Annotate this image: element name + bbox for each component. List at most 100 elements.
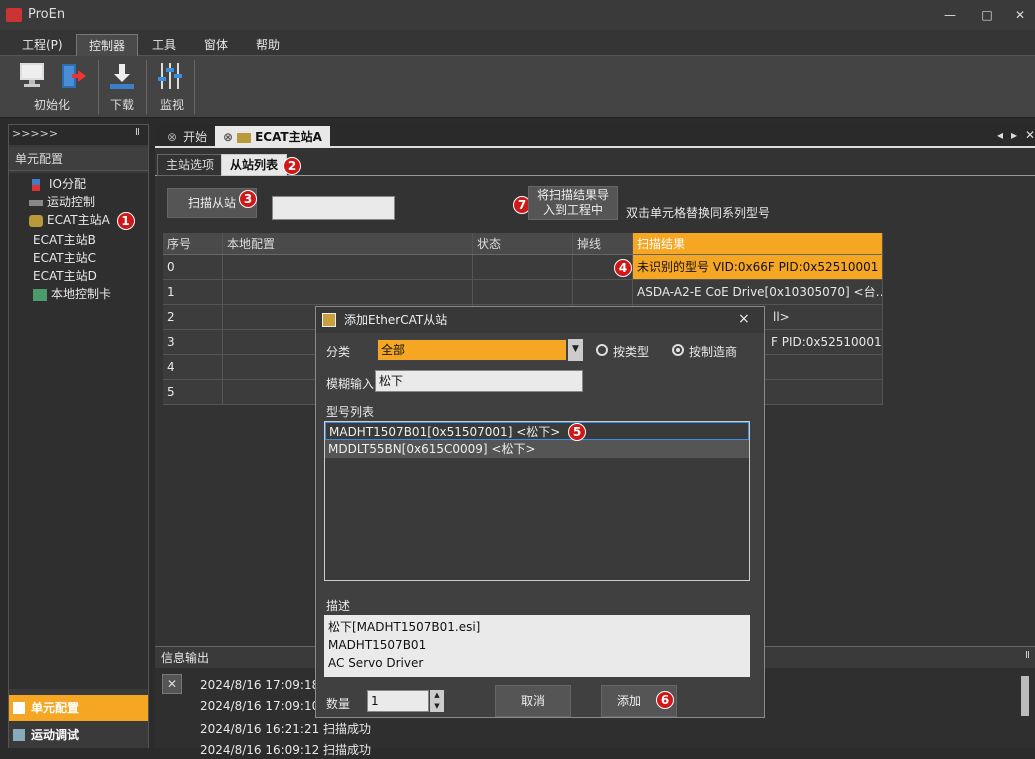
app-logo-icon [6,8,22,22]
cancel-button[interactable]: 取消 [495,685,571,717]
quantity-label: 数量 [326,697,351,711]
monitor-sliders-icon[interactable] [154,60,190,94]
tree-item-ecat-d[interactable]: ECAT主站D [33,267,97,285]
scan-status-field [272,196,395,220]
category-label: 分类 [326,345,351,359]
quantity-input[interactable]: 1 [367,690,429,712]
fuzzy-search-input[interactable]: 松下 [375,370,583,392]
init-door-icon[interactable] [56,60,92,94]
log-line: 2024/8/16 17:09:10 [200,699,320,713]
radio-by-type[interactable] [596,344,608,356]
quantity-up-icon[interactable]: ▲ [430,690,444,701]
close-tab-icon[interactable]: ⊗ [167,130,177,144]
col-header-scan-result[interactable]: 扫描结果 [633,233,883,254]
dialog-title: 添加EtherCAT从站 [316,307,764,333]
left-panel: >>>>> Ⅱ 单元配置 IO分配 运动控制 ECAT主站A 1 ECAT主站B… [8,124,149,748]
radio-by-vendor[interactable] [672,344,684,356]
cell-scan-result[interactable]: ASDA-A2-E CoE Drive[0x10305070] <台… [633,280,883,304]
cell-index[interactable]: 4 [163,355,223,379]
category-select[interactable]: 全部 [377,339,567,361]
step-badge-6: 6 [656,691,674,709]
close-tab-icon[interactable]: ⊗ [223,130,233,144]
step-badge-3: 3 [239,190,257,208]
init-computer-icon[interactable] [16,60,52,94]
unit-tree: IO分配 运动控制 ECAT主站A 1 ECAT主站B ECAT主站C ECAT… [9,173,148,689]
tab-close-icon[interactable]: ✕ [1025,128,1035,142]
col-header-local-config[interactable]: 本地配置 [223,233,473,254]
motion-debug-nav-button[interactable]: 运动调试 [9,722,148,748]
cell-index[interactable]: 2 [163,305,223,329]
cell-index[interactable]: 1 [163,280,223,304]
init-label: 初始化 [34,98,71,112]
menu-controller[interactable]: 控制器 [76,34,139,56]
io-icon [32,178,40,191]
cell-local-config[interactable] [223,280,473,304]
log-line: 2024/8/16 17:09:18 [200,678,320,692]
log-scrollbar[interactable] [1021,676,1029,716]
unit-config-icon [13,702,25,714]
fuzzy-input-label: 模糊输入 [326,377,375,391]
col-header-offline[interactable]: 掉线 [573,233,633,254]
close-window-button[interactable]: ✕ [1008,4,1032,26]
quantity-down-icon[interactable]: ▼ [430,701,444,712]
tab-start[interactable]: ⊗ 开始 [159,126,215,148]
tab-slave-list[interactable]: 从站列表 [221,154,288,176]
ecat-master-icon [237,132,252,143]
tab-scroll-left-icon[interactable]: ◂ [997,128,1003,142]
cell-local-config[interactable] [223,255,473,279]
chevron-down-icon[interactable]: ▼ [568,339,583,361]
tree-item-ecat-a[interactable]: ECAT主站A 1 [29,211,135,230]
log-line: 2024/8/16 16:21:21 扫描成功 [200,722,372,736]
col-header-status[interactable]: 状态 [473,233,573,254]
cell-offline[interactable] [573,280,633,304]
step-badge-4: 4 [614,259,632,277]
menu-help[interactable]: 帮助 [244,34,292,56]
step-badge-5: 5 [568,423,586,441]
hint-text: 双击单元格替换同系列型号 [626,206,771,220]
title-bar: ProEn — □ ✕ [0,0,1035,30]
download-icon[interactable] [106,60,142,94]
panel-collapse-toggle[interactable]: >>>>> [9,125,148,145]
cell-status[interactable] [473,255,573,279]
step-badge-1: 1 [116,211,135,230]
col-header-index[interactable]: 序号 [163,233,223,254]
menu-window[interactable]: 窗体 [192,34,240,56]
unit-config-header: 单元配置 [9,147,148,171]
pin-icon[interactable]: Ⅱ [135,127,140,138]
model-list[interactable]: MADHT1507B01[0x51507001] <松下> MDDLT55BN[… [324,421,750,581]
import-scan-result-button[interactable]: 将扫描结果导 入到工程中 [528,186,618,220]
unit-config-nav-button[interactable]: 单元配置 [9,695,148,721]
menu-bar: 工程(P) 控制器 工具 窗体 帮助 [0,30,1035,56]
menu-tools[interactable]: 工具 [140,34,188,56]
tab-scroll-right-icon[interactable]: ▸ [1011,128,1017,142]
tree-item-local-card[interactable]: 本地控制卡 [33,285,111,303]
list-item[interactable]: MDDLT55BN[0x615C0009] <松下> [325,440,749,458]
tree-item-motion[interactable]: 运动控制 [29,193,95,211]
ribbon-separator [98,60,99,114]
table-row[interactable]: 1 ASDA-A2-E CoE Drive[0x10305070] <台… [163,280,883,305]
tree-item-ecat-c[interactable]: ECAT主站C [33,249,96,267]
ribbon-toolbar: 初始化 下载 监视 [0,56,1035,118]
document-tabs: ⊗ 开始 ⊗ ECAT主站A ◂ ▸ ✕ [155,124,1035,148]
menu-project[interactable]: 工程(P) [10,34,75,56]
dialog-app-icon [322,313,336,327]
list-item[interactable]: MADHT1507B01[0x51507001] <松下> [325,422,749,440]
description-box: 松下[MADHT1507B01.esi] MADHT1507B01 AC Ser… [324,615,750,677]
minimize-button[interactable]: — [938,4,962,26]
motion-icon [29,199,43,206]
radio-by-vendor-label: 按制造商 [689,345,738,359]
clear-log-icon[interactable]: ✕ [162,674,182,694]
tab-ecat-a[interactable]: ⊗ ECAT主站A [215,126,330,148]
tree-item-io[interactable]: IO分配 [29,175,86,193]
cell-index[interactable]: 5 [163,380,223,404]
pin-icon[interactable]: Ⅱ [1025,650,1030,661]
cell-scan-result[interactable]: 未识别的型号 VID:0x66F PID:0x52510001 [633,255,883,279]
dialog-close-button[interactable]: × [738,311,750,327]
table-row[interactable]: 0 未识别的型号 VID:0x66F PID:0x52510001 [163,255,883,280]
cell-index[interactable]: 0 [163,255,223,279]
cell-index[interactable]: 3 [163,330,223,354]
tree-item-ecat-b[interactable]: ECAT主站B [33,231,96,249]
maximize-button[interactable]: □ [975,4,999,26]
tab-master-options[interactable]: 主站选项 [157,154,224,176]
cell-status[interactable] [473,280,573,304]
